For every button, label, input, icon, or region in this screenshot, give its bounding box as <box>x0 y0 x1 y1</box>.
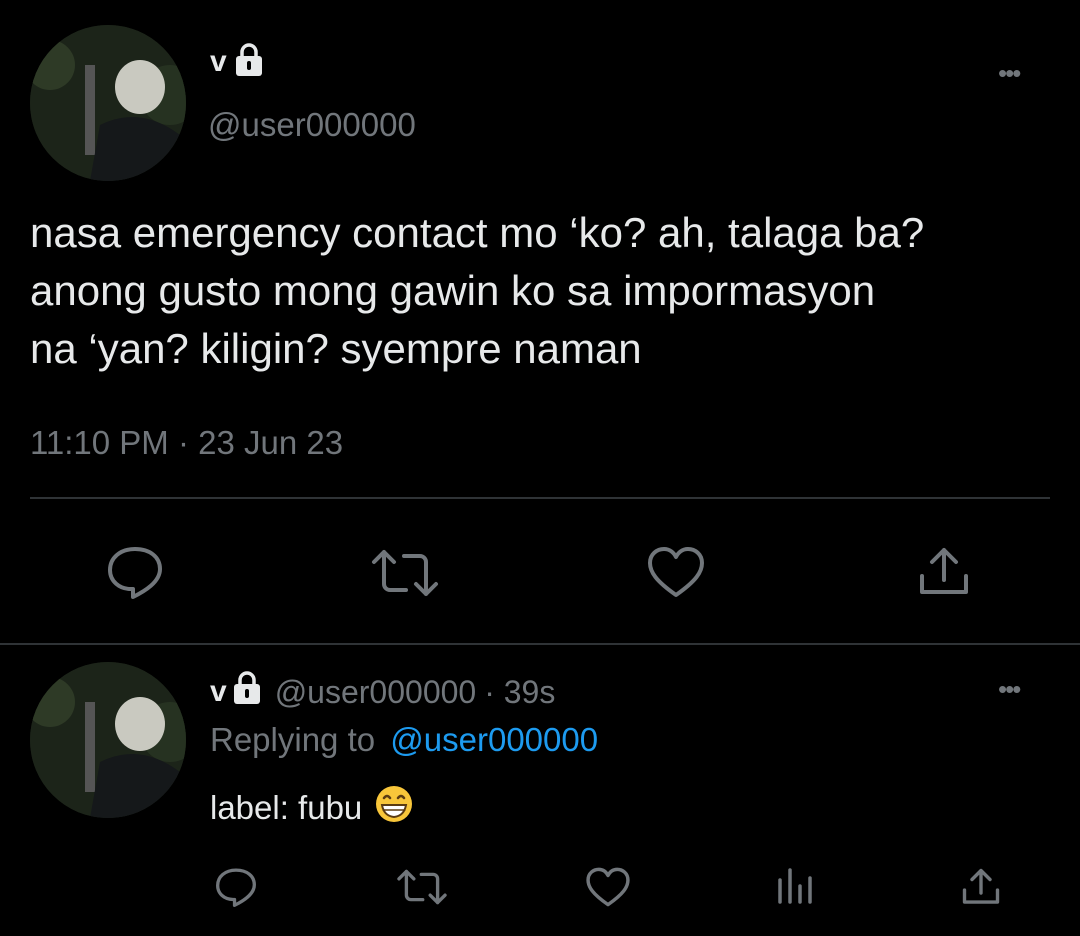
divider <box>0 643 1080 645</box>
tweet-text-line: anong gusto mong gawin ko sa impormasyon <box>30 267 876 314</box>
tweet-text-line: nasa emergency contact mo ‘ko? ah, talag… <box>30 209 925 256</box>
reply-more-options-button[interactable]: ••• <box>998 674 1021 705</box>
reply-retweet-button[interactable] <box>396 868 448 911</box>
handle[interactable]: @user000000 <box>208 106 416 144</box>
tweet-text: nasa emergency contact mo ‘ko? ah, talag… <box>30 204 1070 378</box>
divider <box>30 497 1050 499</box>
share-icon <box>920 548 968 594</box>
reply-share-button[interactable] <box>960 866 1002 913</box>
retweet-icon <box>397 869 447 905</box>
more-options-button[interactable]: ••• <box>998 58 1021 89</box>
reply-avatar[interactable] <box>30 662 186 818</box>
like-icon <box>648 547 704 597</box>
reply-icon <box>216 868 256 907</box>
tweet-timestamp[interactable]: 11:10 PM · 23 Jun 23 <box>30 424 343 462</box>
like-button[interactable] <box>646 545 706 604</box>
display-name[interactable]: v <box>210 45 227 79</box>
share-icon <box>962 868 1000 904</box>
avatar-image <box>30 662 186 818</box>
reply-age[interactable]: · 39s <box>484 674 555 711</box>
reply-like-button[interactable] <box>585 866 631 913</box>
avatar-image <box>30 25 186 181</box>
reply-display-name[interactable]: v <box>210 675 227 709</box>
retweet-button[interactable] <box>370 548 440 603</box>
reply-text: label: fubu <box>210 784 414 832</box>
replying-to-label: Replying to <box>210 721 376 758</box>
reply-handle[interactable]: @user000000 <box>275 674 477 711</box>
reply-reply-button[interactable] <box>214 866 258 913</box>
analytics-button[interactable] <box>776 866 816 911</box>
avatar[interactable] <box>30 25 186 181</box>
lock-icon <box>231 670 263 714</box>
tweet-text-line: na ‘yan? kiligin? syempre naman <box>30 325 642 372</box>
reply-text-body: label: fubu <box>210 789 363 826</box>
grinning-emoji <box>374 784 414 832</box>
reply-header: v @user000000 · 39s <box>210 670 555 714</box>
replying-to-handle-link[interactable]: @user000000 <box>390 721 598 758</box>
like-icon <box>586 867 630 907</box>
reply-button[interactable] <box>105 544 165 605</box>
replying-to: Replying to @user000000 <box>210 721 598 759</box>
analytics-icon <box>778 868 812 904</box>
reply-icon <box>108 547 162 599</box>
retweet-icon <box>372 550 438 596</box>
lock-icon <box>233 42 265 83</box>
tweet-author[interactable]: v <box>210 42 265 82</box>
share-button[interactable] <box>916 544 972 605</box>
